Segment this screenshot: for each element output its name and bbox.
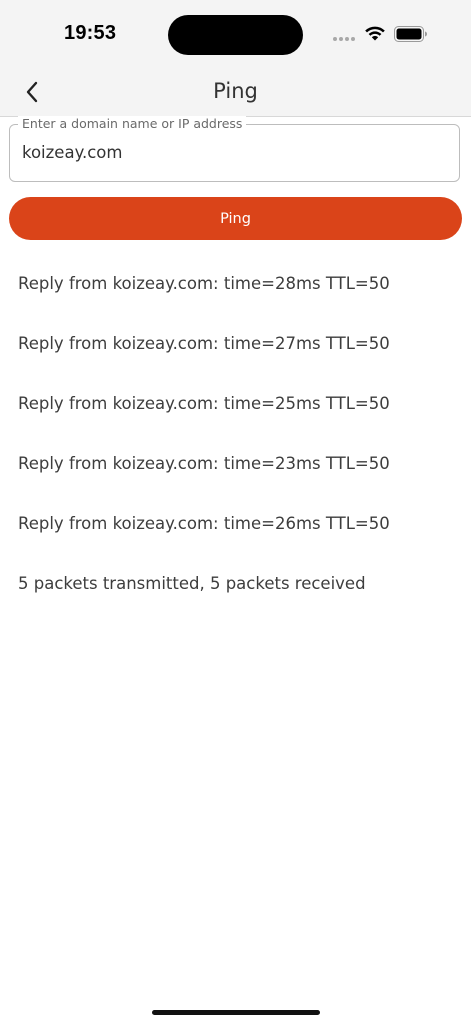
dynamic-island bbox=[168, 15, 303, 55]
wifi-icon bbox=[365, 26, 385, 41]
ping-button[interactable]: Ping bbox=[9, 197, 462, 240]
ping-reply-line: Reply from koizeay.com: time=27ms TTL=50 bbox=[18, 334, 390, 353]
domain-input[interactable] bbox=[22, 143, 442, 162]
header-area: 19:53 Ping bbox=[0, 0, 471, 117]
signal-dots-icon bbox=[333, 37, 355, 41]
ping-reply-line: Reply from koizeay.com: time=28ms TTL=50 bbox=[18, 274, 390, 293]
ping-results-list: Reply from koizeay.com: time=28ms TTL=50… bbox=[18, 273, 458, 573]
ping-reply-line: Reply from koizeay.com: time=23ms TTL=50 bbox=[18, 454, 390, 473]
battery-icon bbox=[394, 26, 427, 42]
status-bar: 19:53 bbox=[0, 0, 471, 70]
page-title: Ping bbox=[213, 79, 258, 103]
domain-field[interactable]: Enter a domain name or IP address bbox=[9, 116, 460, 182]
domain-field-label: Enter a domain name or IP address bbox=[18, 116, 247, 132]
home-indicator[interactable] bbox=[152, 1010, 320, 1015]
status-time: 19:53 bbox=[64, 22, 117, 44]
ping-reply-line: Reply from koizeay.com: time=26ms TTL=50 bbox=[18, 514, 390, 533]
ping-summary: 5 packets transmitted, 5 packets receive… bbox=[18, 574, 366, 593]
navigation-bar: Ping bbox=[0, 70, 471, 116]
ping-reply-line: Reply from koizeay.com: time=25ms TTL=50 bbox=[18, 394, 390, 413]
